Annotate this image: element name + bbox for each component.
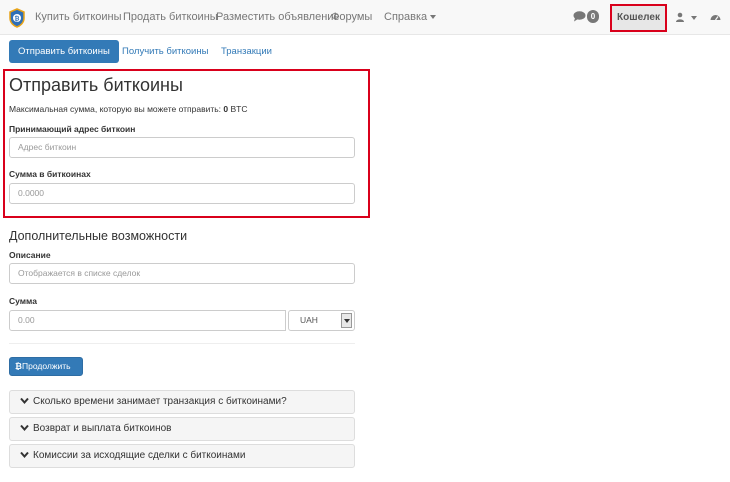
user-chevron-down-icon[interactable]	[691, 16, 697, 20]
faq-item[interactable]: Возврат и выплата биткоинов	[9, 417, 355, 441]
continue-button[interactable]: ₿Продолжить	[9, 357, 83, 376]
tab-receive-bitcoins[interactable]: Получить биткоины	[113, 40, 217, 63]
btc-amount-input[interactable]: 0.0000	[9, 183, 355, 204]
continue-label: Продолжить	[22, 361, 71, 371]
chevron-down-icon	[20, 397, 29, 405]
divider	[9, 343, 355, 344]
max-amount-unit: BTC	[228, 104, 248, 114]
max-amount-info: Максимальная сумма, которую вы можете от…	[9, 104, 248, 114]
currency-value: UAH	[300, 315, 318, 325]
chat-bubble-icon[interactable]	[573, 11, 586, 22]
top-navbar: ₿ Купить биткоины Продать биткоины Разме…	[0, 0, 730, 35]
bitcoin-icon: ₿	[15, 361, 22, 371]
nav-help-label: Справка	[384, 11, 428, 23]
nav-post-ad[interactable]: Разместить объявление	[216, 11, 340, 23]
chevron-down-icon	[430, 15, 437, 20]
svg-text:₿: ₿	[15, 16, 20, 23]
description-input[interactable]: Отображается в списке сделок	[9, 263, 355, 284]
tab-send-bitcoins[interactable]: Отправить биткоины	[9, 40, 119, 63]
nav-help-dropdown[interactable]: Справка	[384, 11, 437, 23]
currency-select[interactable]: UAH	[288, 310, 355, 331]
fiat-amount-input[interactable]: 0.00	[9, 310, 286, 331]
fiat-amount-label: Сумма	[9, 296, 37, 306]
user-icon[interactable]	[676, 12, 687, 22]
nav-sell-bitcoins[interactable]: Продать биткоины	[123, 11, 218, 23]
nav-wallet[interactable]: Кошелек	[610, 4, 667, 32]
faq-item-label: Комиссии за исходящие сделки с биткоинам…	[33, 450, 246, 461]
faq-item-label: Возврат и выплата биткоинов	[33, 423, 172, 434]
address-label: Принимающий адрес биткоин	[9, 124, 136, 134]
nav-buy-bitcoins[interactable]: Купить биткоины	[35, 11, 122, 23]
btc-amount-label: Сумма в биткоинах	[9, 169, 91, 179]
faq-item-label: Сколько времени занимает транзакция с би…	[33, 396, 287, 407]
messages-badge[interactable]: 0	[587, 10, 599, 23]
dashboard-gauge-icon[interactable]	[710, 12, 721, 22]
max-amount-prefix: Максимальная сумма, которую вы можете от…	[9, 104, 224, 114]
faq-item[interactable]: Сколько времени занимает транзакция с би…	[9, 390, 355, 414]
page-title: Отправить биткоины	[9, 75, 183, 95]
chevron-down-icon	[20, 424, 29, 432]
address-input[interactable]: Адрес биткоин	[9, 137, 355, 158]
site-logo-icon[interactable]: ₿	[8, 8, 26, 28]
nav-forums[interactable]: Форумы	[331, 11, 372, 23]
chevron-down-icon	[20, 451, 29, 459]
tab-transactions[interactable]: Транзакции	[212, 40, 281, 63]
description-label: Описание	[9, 250, 51, 260]
faq-item[interactable]: Комиссии за исходящие сделки с биткоинам…	[9, 444, 355, 468]
select-arrow-icon[interactable]	[341, 313, 352, 328]
extra-options-heading: Дополнительные возможности	[9, 229, 188, 243]
